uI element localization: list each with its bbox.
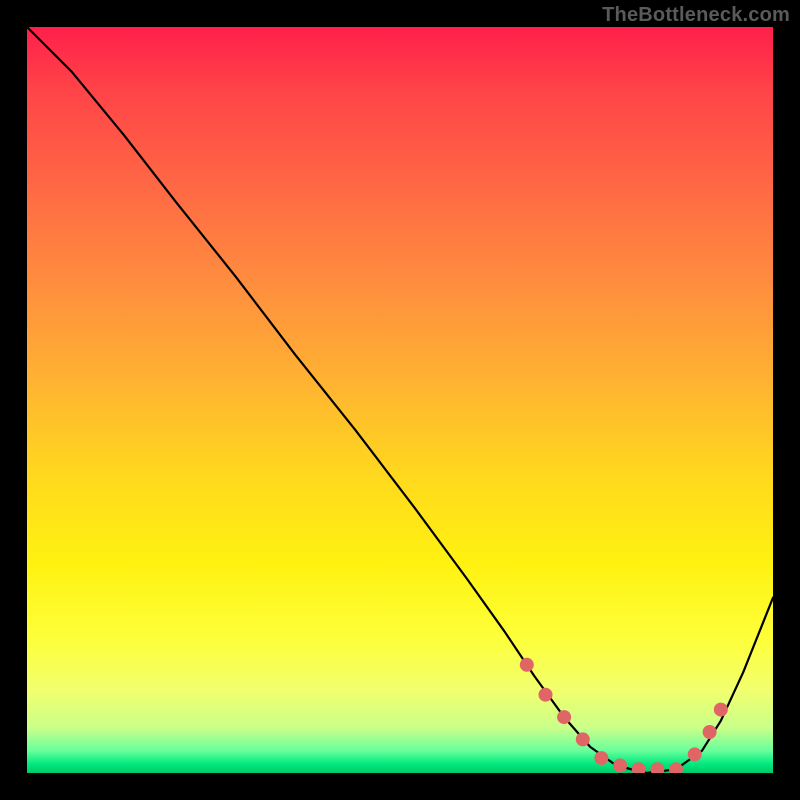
watermark-text: TheBottleneck.com [602,4,790,27]
trough-dot [669,762,683,773]
trough-dot [520,658,534,672]
trough-dot [613,759,627,773]
trough-dot [576,732,590,746]
chart-svg [27,27,773,773]
trough-dot [688,747,702,761]
bottleneck-curve [27,27,773,773]
trough-dots [520,658,728,773]
trough-dot [703,725,717,739]
chart-container: TheBottleneck.com [0,0,800,800]
trough-dot [714,703,728,717]
trough-dot [632,762,646,773]
trough-dot [539,688,553,702]
trough-dot [594,751,608,765]
trough-dot [557,710,571,724]
plot-area [27,27,773,773]
trough-dot [650,762,664,773]
